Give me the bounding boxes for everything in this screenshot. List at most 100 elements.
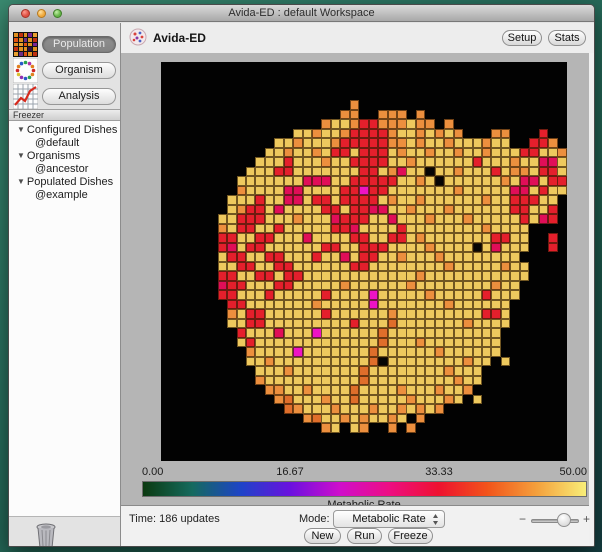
setup-button[interactable]: Setup [502,30,542,46]
dish-cell [312,404,322,414]
freezer-item-default[interactable]: @default [9,137,120,150]
dish-cell [491,129,501,139]
dish-cell [350,281,360,291]
dish-cell [265,338,275,348]
dish-cell [350,319,360,329]
dish-cell [331,328,341,338]
dish-cell [331,423,341,433]
new-button[interactable]: New [304,528,341,544]
dish-cell [369,148,379,158]
dish-cell [359,281,369,291]
dish-cell [378,328,388,338]
dish-cell [378,376,388,386]
dish-cell [482,186,492,196]
dish-cell [321,395,331,405]
dish-cell [520,157,530,167]
dish-viewport[interactable] [161,62,567,461]
freeze-button[interactable]: Freeze [388,528,433,544]
dish-cell [397,281,407,291]
dish-cell [435,195,445,205]
dish-cell [321,129,331,139]
dish-cell [255,328,265,338]
dish-cell [444,195,454,205]
dish-cell [303,214,313,224]
dish-cell [435,224,445,234]
dish-cell [444,148,454,158]
dish-cell [255,366,265,376]
dish-cell [340,366,350,376]
dish-cell [284,233,294,243]
dish-cell [246,214,256,224]
dish-cell [274,290,284,300]
dish-cell [255,300,265,310]
dish-cell [444,167,454,177]
dish-cell [331,148,341,158]
dish-cell [274,395,284,405]
dish-cell [274,176,284,186]
dish-cell [416,338,426,348]
dish-cell [227,309,237,319]
dish-cell [331,385,341,395]
dish-cell [321,214,331,224]
dish-cell [501,224,511,234]
dish-cell [340,129,350,139]
mode-popup[interactable]: Metabolic Rate [333,510,445,528]
freezer-group-configured-dishes[interactable]: ▼Configured Dishes [9,124,120,137]
population-button[interactable]: Population [42,36,116,53]
dish-cell [397,119,407,129]
dish-cell [340,328,350,338]
dish-cell [482,157,492,167]
dish-cell [510,252,520,262]
dish-cell [416,262,426,272]
dish-cell [331,186,341,196]
stats-button[interactable]: Stats [548,30,586,46]
dish-cell [321,328,331,338]
dish-cell [293,395,303,405]
freezer-item-ancestor[interactable]: @ancestor [9,163,120,176]
dish-cell [303,129,313,139]
dish-cell [473,148,483,158]
freezer-group-organisms[interactable]: ▼Organisms [9,150,120,163]
dish-cell [473,186,483,196]
dish-cell [321,176,331,186]
map-zoom-slider-thumb[interactable] [557,513,571,527]
dish-cell [303,395,313,405]
dish-cell [501,309,511,319]
dish-cell [388,300,398,310]
dish-cell [529,138,539,148]
freezer-item-example[interactable]: @example [9,189,120,202]
dish-cell [425,290,435,300]
dish-cell [246,176,256,186]
organism-button[interactable]: Organism [42,62,116,79]
dish-cell [331,157,341,167]
dish-cell [406,290,416,300]
map-zoom-slider[interactable] [531,519,579,523]
dish-cell [227,205,237,215]
avida-dish-icon [129,28,147,46]
dish-cell [378,366,388,376]
dish-cell [237,224,247,234]
trash-icon[interactable] [33,522,59,547]
dish-cell [227,252,237,262]
dish-cell [265,167,275,177]
dish-cell [312,138,322,148]
dish-cell [463,148,473,158]
dish-cell [312,252,322,262]
dish-cell [510,176,520,186]
dish-cell [237,252,247,262]
dish-cell [425,186,435,196]
dish-cell [425,129,435,139]
dish-cell [425,395,435,405]
dish-cell [369,357,379,367]
run-button[interactable]: Run [347,528,382,544]
dish-cell [378,186,388,196]
dish-cell [378,281,388,291]
dish-cell [473,205,483,215]
dish-cell [265,290,275,300]
freezer-group-populated-dishes[interactable]: ▼Populated Dishes [9,176,120,189]
dish-cell [406,328,416,338]
analysis-button[interactable]: Analysis [42,88,116,105]
dish-cell [359,233,369,243]
dish-cell [303,328,313,338]
dish-cell [312,224,322,234]
